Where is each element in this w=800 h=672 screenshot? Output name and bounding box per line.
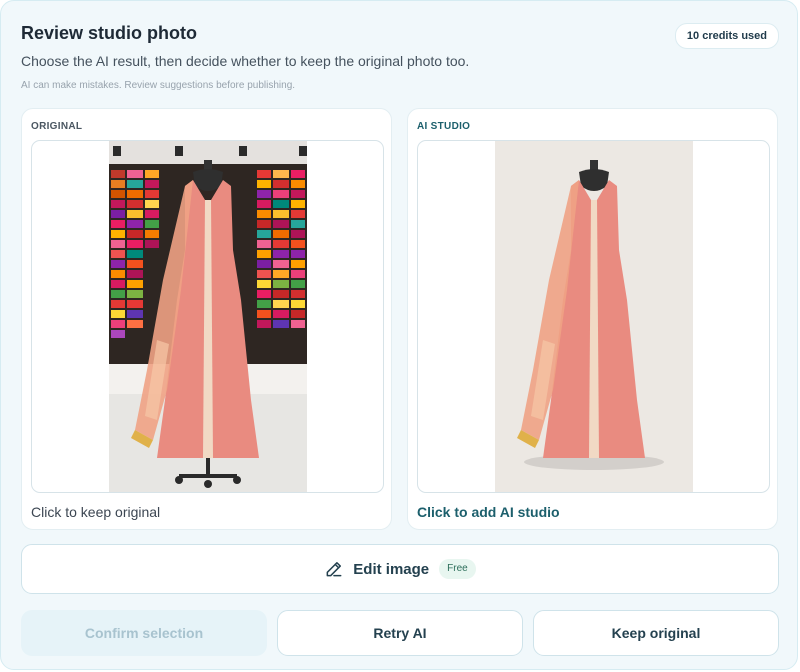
ai-studio-dress-photo bbox=[495, 141, 693, 492]
add-ai-studio-caption[interactable]: Click to add AI studio bbox=[417, 504, 560, 520]
original-photo-frame[interactable] bbox=[31, 140, 384, 493]
keep-original-button[interactable]: Keep original bbox=[533, 610, 779, 656]
review-panel: Review studio photo 10 credits used Choo… bbox=[0, 0, 798, 670]
pencil-icon bbox=[326, 562, 342, 577]
edit-image-button[interactable]: Edit image Free bbox=[21, 544, 779, 594]
original-label: ORIGINAL bbox=[31, 121, 83, 132]
credits-badge: 10 credits used bbox=[674, 23, 779, 49]
ai-disclaimer: AI can make mistakes. Review suggestions… bbox=[21, 80, 296, 91]
edit-image-label: Edit image bbox=[353, 560, 430, 578]
page-title: Review studio photo bbox=[21, 23, 198, 43]
ai-studio-label: AI STUDIO bbox=[417, 121, 471, 132]
original-photo-card[interactable]: ORIGINAL Click to keep original bbox=[21, 108, 392, 530]
ai-studio-photo-card[interactable]: AI STUDIO Click to add AI studio bbox=[407, 108, 778, 530]
confirm-selection-button[interactable]: Confirm selection bbox=[21, 610, 267, 656]
free-badge: Free bbox=[439, 559, 476, 579]
retry-ai-button[interactable]: Retry AI bbox=[277, 610, 523, 656]
keep-original-caption[interactable]: Click to keep original bbox=[31, 504, 160, 520]
original-dress-photo bbox=[109, 141, 307, 492]
ai-studio-photo-frame[interactable] bbox=[417, 140, 770, 493]
page-subtitle: Choose the AI result, then decide whethe… bbox=[21, 53, 470, 69]
